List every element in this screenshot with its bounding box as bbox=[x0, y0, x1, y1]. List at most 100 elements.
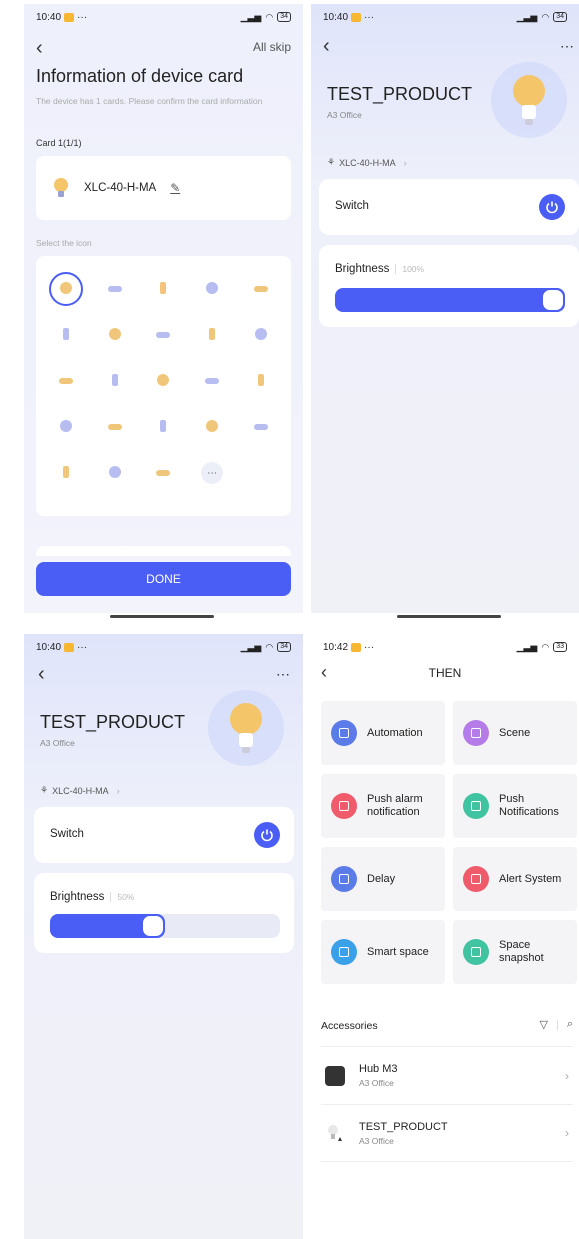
clock: 10:40 bbox=[36, 641, 62, 653]
mail-icon bbox=[463, 793, 489, 819]
device-card[interactable]: XLC-40-H-MA ✎ bbox=[36, 156, 291, 220]
automation-icon bbox=[331, 720, 357, 746]
chevron-right-icon: › bbox=[565, 1126, 569, 1140]
home-indicator bbox=[397, 615, 501, 618]
downlight-icon[interactable] bbox=[244, 318, 278, 352]
tile-label: Push Notifications bbox=[499, 793, 559, 818]
bulb-outline-icon: ⚘ bbox=[40, 785, 49, 795]
more-icon[interactable]: ⋯ bbox=[195, 456, 229, 490]
slider-knob[interactable] bbox=[542, 289, 564, 311]
device-model: XLC-40-H-MA bbox=[339, 157, 396, 168]
status-dots: ··· bbox=[77, 641, 88, 653]
tile-label: Scene bbox=[499, 726, 531, 739]
search-icon[interactable]: ⌕ bbox=[567, 1018, 573, 1031]
product-location: A3 Office bbox=[327, 110, 362, 120]
power-toggle-button[interactable] bbox=[539, 194, 565, 220]
track-light-icon[interactable] bbox=[49, 318, 83, 352]
back-button[interactable]: ‹ bbox=[36, 38, 43, 58]
panel-lamp-icon[interactable] bbox=[49, 456, 83, 490]
card-label: Card 1(1/1) bbox=[36, 138, 82, 148]
standing-lamp-icon[interactable] bbox=[146, 410, 180, 444]
battery-indicator: 34 bbox=[553, 12, 567, 22]
accessory-location: A3 Office bbox=[359, 1078, 394, 1088]
tile-label: Space snapshot bbox=[499, 939, 544, 964]
signal-icon: ▁▃▅ bbox=[516, 641, 538, 652]
bulb-outline-icon: ⚘ bbox=[327, 157, 336, 167]
shield-icon bbox=[463, 866, 489, 892]
brightness-slider[interactable] bbox=[50, 914, 280, 938]
tile-label: Delay bbox=[367, 872, 396, 885]
tile-automation[interactable]: Automation bbox=[321, 701, 445, 765]
strip-light-icon[interactable] bbox=[98, 456, 132, 490]
notification-badge bbox=[64, 642, 75, 652]
accessory-row-product[interactable]: TEST_PRODUCT A3 Office › bbox=[321, 1104, 573, 1162]
chandelier-icon[interactable] bbox=[244, 272, 278, 306]
wifi-icon: ◠ bbox=[265, 641, 274, 652]
wifi-icon: ◠ bbox=[541, 11, 550, 22]
accessory-row-hub[interactable]: Hub M3 A3 Office › bbox=[321, 1046, 573, 1104]
filter-icon[interactable]: ▽ bbox=[540, 1018, 548, 1031]
dome-pendant-icon[interactable] bbox=[146, 456, 180, 490]
tile-delay[interactable]: Delay bbox=[321, 847, 445, 911]
batten-icon[interactable] bbox=[244, 410, 278, 444]
tile-push-notifications[interactable]: Push Notifications bbox=[453, 774, 577, 838]
switch-label: Switch bbox=[50, 828, 84, 840]
all-skip-button[interactable]: All skip bbox=[253, 40, 291, 54]
device-model-link[interactable]: ⚘ XLC-40-H-MA › bbox=[327, 157, 407, 168]
more-options-button[interactable]: ⋯ bbox=[276, 666, 291, 683]
select-icon-label: Select the icon bbox=[36, 238, 92, 248]
wall-bar-icon[interactable] bbox=[49, 410, 83, 444]
product-title: TEST_PRODUCT bbox=[40, 712, 186, 732]
power-toggle-button[interactable] bbox=[254, 822, 280, 848]
clock: 10:40 bbox=[36, 11, 62, 23]
tile-scene[interactable]: Scene bbox=[453, 701, 577, 765]
home-icon bbox=[331, 939, 357, 965]
chevron-right-icon: › bbox=[403, 157, 407, 168]
switch-card: Switch bbox=[34, 807, 294, 863]
brightness-card: Brightness 50% bbox=[34, 873, 294, 953]
ceiling-lamp-icon[interactable] bbox=[98, 272, 132, 306]
card-name: XLC-40-H-MA bbox=[84, 182, 157, 194]
bulb-icon bbox=[230, 703, 262, 753]
arc-lamp-icon[interactable] bbox=[98, 318, 132, 352]
more-dots: ⋯ bbox=[201, 462, 224, 484]
status-bar: 10:40 ··· ▁▃▅ ◠ 34 bbox=[311, 4, 579, 30]
home-indicator bbox=[110, 615, 214, 618]
desk-lamp-icon[interactable] bbox=[195, 318, 229, 352]
slider-knob[interactable] bbox=[142, 915, 164, 937]
floor-lamp-icon[interactable] bbox=[98, 410, 132, 444]
brightness-slider[interactable] bbox=[335, 288, 565, 312]
then-action-screen: 10:42 ··· ▁▃▅ ◠ 33 ‹ THEN Automation Scene Pu… bbox=[311, 634, 579, 1239]
table-lamp-icon[interactable] bbox=[146, 318, 180, 352]
wall-lamp-icon[interactable] bbox=[195, 410, 229, 444]
pendant-icon[interactable] bbox=[195, 272, 229, 306]
battery-indicator: 34 bbox=[277, 12, 291, 22]
done-button[interactable]: DONE bbox=[36, 562, 291, 596]
flat-panel-icon[interactable] bbox=[146, 272, 180, 306]
wifi-icon: ◠ bbox=[541, 641, 550, 652]
slider-fill bbox=[335, 288, 565, 312]
string-light-icon[interactable] bbox=[146, 364, 180, 398]
tile-label: Automation bbox=[367, 726, 423, 739]
tile-push-alarm-notification[interactable]: Push alarm notification bbox=[321, 774, 445, 838]
tile-alert-system[interactable]: Alert System bbox=[453, 847, 577, 911]
tile-space-snapshot[interactable]: Space snapshot bbox=[453, 920, 577, 984]
spotlight-icon[interactable] bbox=[49, 364, 83, 398]
page-subtitle: The device has 1 cards. Please confirm t… bbox=[36, 96, 263, 106]
clock: 10:42 bbox=[323, 641, 349, 653]
multi-spot-icon[interactable] bbox=[244, 364, 278, 398]
cluster-light-icon[interactable] bbox=[195, 364, 229, 398]
more-options-button[interactable]: ⋯ bbox=[560, 38, 575, 55]
tile-smart-space[interactable]: Smart space bbox=[321, 920, 445, 984]
back-button[interactable]: ‹ bbox=[323, 36, 330, 56]
tile-label: Alert System bbox=[499, 872, 562, 885]
edit-icon[interactable]: ✎ bbox=[170, 181, 180, 195]
divider: | bbox=[555, 1018, 559, 1031]
accessories-heading: Accessories bbox=[321, 1020, 378, 1032]
status-dots: ··· bbox=[364, 641, 375, 653]
back-button[interactable]: ‹ bbox=[38, 664, 45, 684]
ring-light-icon[interactable] bbox=[98, 364, 132, 398]
device-model-link[interactable]: ⚘ XLC-40-H-MA › bbox=[40, 785, 120, 796]
bulb-icon[interactable] bbox=[49, 272, 84, 306]
tile-label: Push alarm notification bbox=[367, 793, 423, 818]
